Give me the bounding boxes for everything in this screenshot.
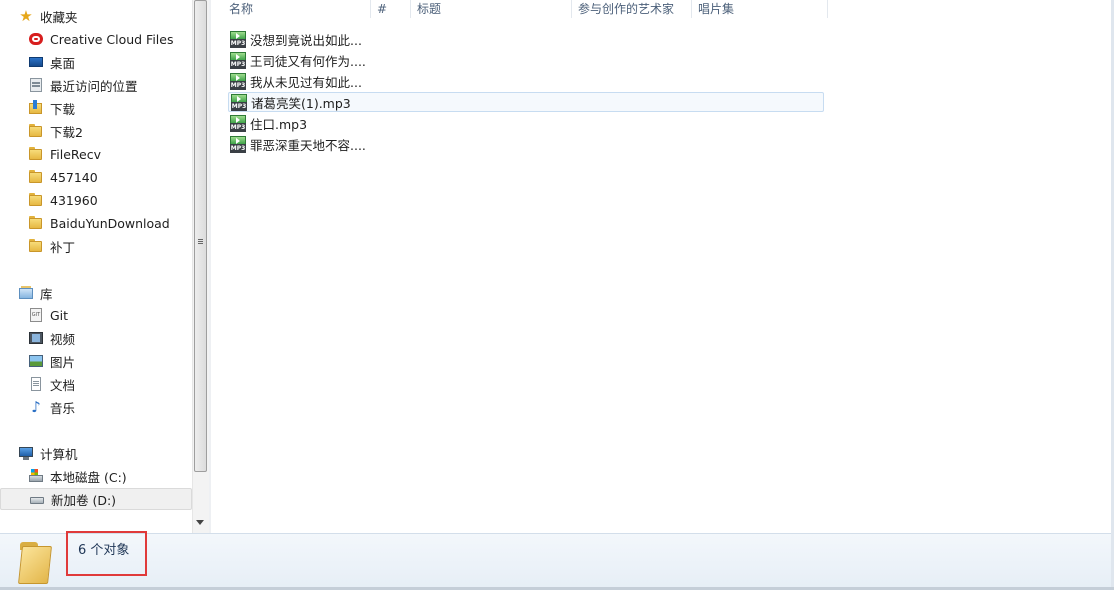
file-name: 我从未见过有如此... <box>250 74 362 90</box>
nav-label: 457140 <box>50 169 98 185</box>
creative-cloud-icon <box>28 31 44 47</box>
scroll-down-arrow-icon[interactable] <box>196 520 204 525</box>
mp3-file-icon: MP3 <box>230 114 246 132</box>
details-pane: 6 个对象 <box>0 531 1114 590</box>
mp3-file-icon: MP3 <box>230 72 246 90</box>
file-row-selected[interactable]: MP3 诸葛亮笑(1).mp3 <box>228 92 824 112</box>
file-row[interactable]: MP3 没想到竟说出如此... <box>228 29 824 49</box>
scrollbar-thumb[interactable] <box>194 0 207 472</box>
folder-icon <box>28 215 44 231</box>
nav-item-431960[interactable]: 431960 <box>0 189 192 211</box>
nav-label: 桌面 <box>50 55 76 71</box>
nav-item-patch[interactable]: 补丁 <box>0 235 192 257</box>
nav-item-documents[interactable]: 文档 <box>0 373 192 395</box>
document-library-icon <box>28 376 44 392</box>
nav-item-git[interactable]: Git <box>0 304 192 326</box>
mp3-file-icon: MP3 <box>231 93 247 111</box>
item-count: 6 个对象 <box>78 543 130 558</box>
column-header-name[interactable]: 名称 <box>223 0 371 18</box>
desktop-icon <box>28 54 44 70</box>
nav-item-457140[interactable]: 457140 <box>0 166 192 188</box>
file-name: 罪恶深重天地不容.... <box>250 137 366 153</box>
mp3-file-icon: MP3 <box>230 30 246 48</box>
system-drive-icon <box>28 468 44 484</box>
nav-label: 收藏夹 <box>40 9 78 25</box>
nav-label: BaiduYunDownload <box>50 215 170 231</box>
file-name: 住口.mp3 <box>250 116 308 132</box>
nav-label: 音乐 <box>50 400 76 416</box>
nav-label: 文档 <box>50 377 76 393</box>
nav-label: FileRecv <box>50 146 102 162</box>
nav-item-downloads-2[interactable]: 下载2 <box>0 120 192 142</box>
file-list-view: 名称 # 标题 参与创作的艺术家 唱片集 MP3 没想到竟说出如此... MP3… <box>211 0 1114 533</box>
nav-item-pictures[interactable]: 图片 <box>0 350 192 372</box>
music-library-icon: ♪ <box>31 398 41 416</box>
nav-item-downloads[interactable]: 下载 <box>0 97 192 119</box>
folder-icon <box>28 146 44 162</box>
nav-item-drive-d[interactable]: 新加卷 (D:) <box>0 488 192 510</box>
column-header-album[interactable]: 唱片集 <box>692 0 828 18</box>
nav-item-videos[interactable]: 视频 <box>0 327 192 349</box>
grip-icon <box>198 239 203 240</box>
file-row[interactable]: MP3 住口.mp3 <box>228 113 824 133</box>
column-header-title[interactable]: 标题 <box>411 0 572 18</box>
folder-icon <box>28 169 44 185</box>
file-name: 诸葛亮笑(1).mp3 <box>251 95 351 111</box>
folder-icon <box>28 238 44 254</box>
file-row[interactable]: MP3 罪恶深重天地不容.... <box>228 134 824 154</box>
nav-favorites[interactable]: ★ 收藏夹 <box>0 5 192 27</box>
column-header-row: 名称 # 标题 参与创作的艺术家 唱片集 <box>211 0 851 18</box>
nav-label: 本地磁盘 (C:) <box>50 469 127 485</box>
nav-label: 库 <box>40 286 53 302</box>
library-icon <box>18 285 34 301</box>
star-icon: ★ <box>19 7 33 25</box>
nav-item-baiduyundownload[interactable]: BaiduYunDownload <box>0 212 192 234</box>
folder-icon <box>28 123 44 139</box>
mp3-file-icon: MP3 <box>230 135 246 153</box>
video-library-icon <box>28 330 44 346</box>
git-library-icon <box>28 307 44 323</box>
computer-icon <box>18 445 34 461</box>
nav-label: 补丁 <box>50 239 76 255</box>
picture-library-icon <box>28 353 44 369</box>
file-row[interactable]: MP3 王司徒又有何作为.... <box>228 50 824 70</box>
nav-item-desktop[interactable]: 桌面 <box>0 51 192 73</box>
nav-label: Git <box>50 307 69 323</box>
recent-places-icon <box>28 77 44 93</box>
nav-libraries[interactable]: 库 <box>0 282 192 304</box>
nav-label: 最近访问的位置 <box>50 78 138 94</box>
column-header-artist[interactable]: 参与创作的艺术家 <box>572 0 692 18</box>
nav-label: 下载2 <box>50 124 83 140</box>
nav-label: 视频 <box>50 331 76 347</box>
nav-item-recent-places[interactable]: 最近访问的位置 <box>0 74 192 96</box>
nav-label: 下载 <box>50 101 76 117</box>
nav-item-creative-cloud-files[interactable]: Creative Cloud Files <box>0 28 192 50</box>
downloads-folder-icon <box>28 100 44 116</box>
nav-label: 计算机 <box>40 446 78 462</box>
nav-label: 431960 <box>50 192 98 208</box>
nav-label: 图片 <box>50 354 76 370</box>
mp3-file-icon: MP3 <box>230 51 246 69</box>
nav-computer[interactable]: 计算机 <box>0 442 192 464</box>
nav-item-drive-c[interactable]: 本地磁盘 (C:) <box>0 465 192 487</box>
folder-icon <box>17 540 57 584</box>
file-row[interactable]: MP3 我从未见过有如此... <box>228 71 824 91</box>
drive-icon <box>29 491 45 507</box>
nav-item-filerecv[interactable]: FileRecv <box>0 143 192 165</box>
folder-icon <box>28 192 44 208</box>
nav-scrollbar[interactable] <box>192 0 209 533</box>
nav-label: 新加卷 (D:) <box>51 492 117 508</box>
navigation-pane: ★ 收藏夹 Creative Cloud Files 桌面 最近访问的位置 下载… <box>0 0 192 533</box>
nav-label: Creative Cloud Files <box>50 31 174 47</box>
file-name: 王司徒又有何作为.... <box>250 53 366 69</box>
nav-item-music[interactable]: ♪ 音乐 <box>0 396 192 418</box>
column-header-number[interactable]: # <box>371 0 411 18</box>
file-name: 没想到竟说出如此... <box>250 32 362 48</box>
